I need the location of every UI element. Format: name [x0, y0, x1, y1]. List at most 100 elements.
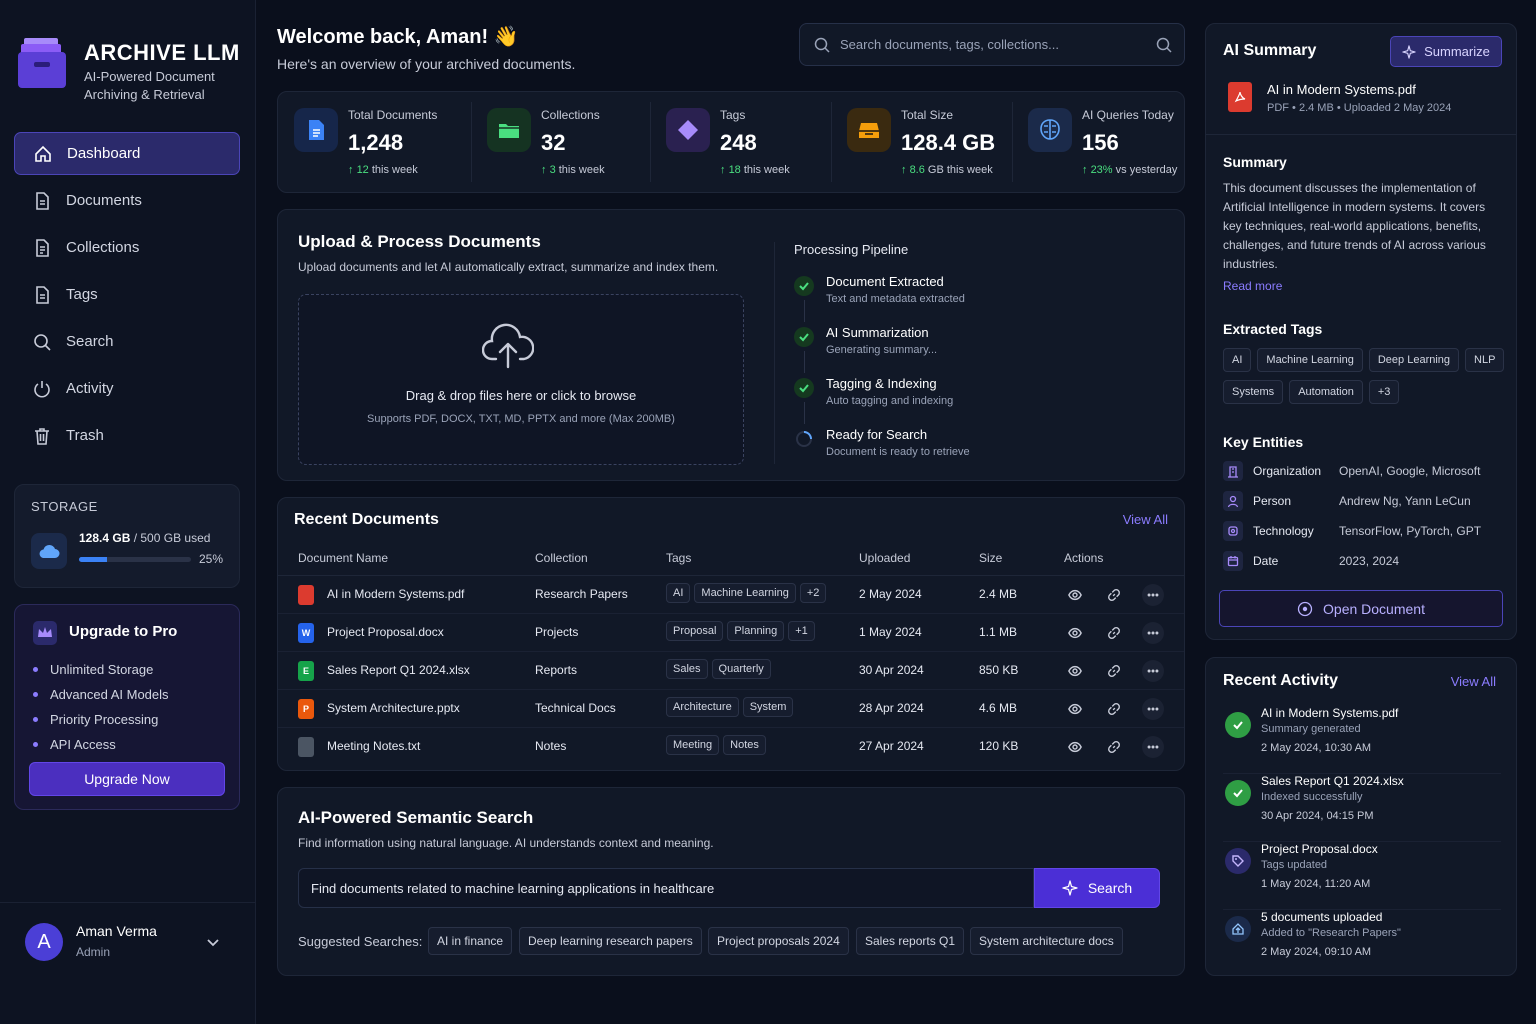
search-submit-icon[interactable]: [1156, 37, 1172, 53]
stat-change: ↑ 23% vs yesterday: [1082, 164, 1177, 176]
document-uploaded: 28 Apr 2024: [859, 701, 924, 715]
extracted-tag-chip[interactable]: Machine Learning: [1257, 348, 1363, 372]
tag-chip[interactable]: Notes: [723, 735, 766, 755]
more-options-icon[interactable]: [1142, 660, 1164, 682]
tag-chip[interactable]: AI: [666, 583, 691, 603]
table-row[interactable]: Meeting Notes.txt Notes Meeting Notes 27 Apr…: [278, 728, 1184, 766]
more-options-icon[interactable]: [1142, 698, 1164, 720]
upgrade-feature: Advanced AI Models: [33, 682, 169, 707]
document-name[interactable]: Meeting Notes.txt: [327, 739, 420, 753]
person-icon: [1223, 491, 1243, 511]
global-search-input[interactable]: Search documents, tags, collections...: [799, 23, 1185, 66]
eye-icon[interactable]: [1064, 622, 1086, 644]
tag-chip[interactable]: +2: [799, 583, 827, 603]
summarize-button[interactable]: Summarize: [1390, 36, 1502, 67]
stat-delta-text: GB this week: [927, 164, 993, 176]
link-icon[interactable]: [1103, 660, 1125, 682]
semantic-search-button[interactable]: Search: [1034, 868, 1160, 908]
dropzone[interactable]: Drag & drop files here or click to brows…: [298, 294, 744, 465]
sidebar-item-dashboard[interactable]: Dashboard: [14, 132, 240, 175]
link-icon[interactable]: [1103, 736, 1125, 758]
user-name: Aman Verma: [76, 923, 157, 939]
tag-chip[interactable]: +1: [788, 621, 815, 641]
suggested-search-chip[interactable]: Sales reports Q1: [856, 927, 965, 955]
sidebar-item-documents[interactable]: Documents: [14, 179, 240, 222]
activity-item[interactable]: AI in Modern Systems.pdf Summary generate…: [1223, 706, 1501, 774]
summary-file-name[interactable]: AI in Modern Systems.pdf: [1267, 82, 1416, 97]
suggested-search-chip[interactable]: Deep learning research papers: [519, 927, 702, 955]
extracted-tag-chip[interactable]: Systems: [1223, 380, 1284, 404]
suggested-search-chip[interactable]: Project proposals 2024: [708, 927, 849, 955]
read-more-link[interactable]: Read more: [1223, 279, 1282, 293]
link-icon[interactable]: [1103, 698, 1125, 720]
stat-delta: 12: [356, 164, 369, 176]
open-document-button[interactable]: Open Document: [1219, 590, 1503, 627]
semantic-search-input[interactable]: Find documents related to machine learni…: [298, 868, 1034, 908]
eye-icon[interactable]: [1064, 584, 1086, 606]
view-all-activity-link[interactable]: View All: [1451, 674, 1496, 689]
stat-delta: 23%: [1090, 164, 1113, 176]
suggested-search-chip[interactable]: System architecture docs: [970, 927, 1123, 955]
docx-file-icon: W: [298, 623, 314, 643]
activity-item[interactable]: 5 documents uploaded Added to "Research P…: [1223, 910, 1501, 978]
tag-chip[interactable]: System: [742, 697, 794, 717]
sidebar-item-collections[interactable]: Collections: [14, 226, 240, 269]
upgrade-now-button[interactable]: Upgrade Now: [29, 762, 225, 796]
sidebar-item-activity[interactable]: Activity: [14, 367, 240, 410]
sidebar-item-label: Search: [66, 333, 114, 350]
tag-chip[interactable]: Proposal: [666, 621, 724, 641]
eye-icon[interactable]: [1064, 736, 1086, 758]
table-row[interactable]: E Sales Report Q1 2024.xlsx Reports Sales Qu…: [278, 652, 1184, 690]
table-row[interactable]: P System Architecture.pptx Technical Docs A…: [278, 690, 1184, 728]
extracted-tag-chip[interactable]: AI: [1223, 348, 1252, 372]
sidebar-item-tags[interactable]: Tags: [14, 273, 240, 316]
recent-documents-title: Recent Documents: [294, 511, 439, 528]
sidebar-item-label: Tags: [66, 286, 98, 303]
eye-icon[interactable]: [1064, 698, 1086, 720]
tag-chip[interactable]: Meeting: [666, 735, 720, 755]
document-name[interactable]: AI in Modern Systems.pdf: [327, 587, 464, 601]
document-name[interactable]: Project Proposal.docx: [327, 625, 444, 639]
document-name[interactable]: System Architecture.pptx: [327, 701, 460, 715]
pipeline-connector: [804, 351, 805, 373]
column-header: Actions: [1064, 551, 1104, 565]
tag-chip[interactable]: Sales: [666, 659, 708, 679]
more-options-icon[interactable]: [1142, 736, 1164, 758]
upload-icon: [1225, 916, 1251, 942]
view-all-documents-link[interactable]: View All: [1123, 512, 1168, 527]
suggested-search-chip[interactable]: AI in finance: [428, 927, 513, 955]
extracted-tag-chip[interactable]: +3: [1368, 380, 1400, 404]
extracted-tag-chip[interactable]: NLP: [1465, 348, 1505, 372]
tag-chip[interactable]: Planning: [727, 621, 785, 641]
avatar: A: [25, 923, 63, 961]
document-name[interactable]: Sales Report Q1 2024.xlsx: [327, 663, 470, 677]
extracted-tag-chip[interactable]: Automation: [1289, 380, 1363, 404]
sidebar-item-search[interactable]: Search: [14, 320, 240, 363]
brain-icon: [1028, 108, 1072, 152]
summary-heading: Summary: [1223, 154, 1287, 170]
table-row[interactable]: W Project Proposal.docx Projects Proposal Pl…: [278, 614, 1184, 652]
activity-item[interactable]: Project Proposal.docx Tags updated 1 May 2…: [1223, 842, 1501, 910]
stat-label: Total Documents: [348, 108, 438, 122]
tag-chip[interactable]: Architecture: [666, 697, 739, 717]
tag-chip[interactable]: Quarterly: [711, 659, 771, 679]
activity-item[interactable]: Sales Report Q1 2024.xlsx Indexed success…: [1223, 774, 1501, 842]
table-row[interactable]: AI in Modern Systems.pdf Research Papers A…: [278, 576, 1184, 614]
tag-chip[interactable]: Machine Learning: [694, 583, 796, 603]
chevron-down-icon[interactable]: [206, 935, 220, 949]
search-icon: [814, 37, 830, 53]
sidebar-item-label: Dashboard: [67, 145, 141, 162]
eye-icon[interactable]: [1064, 660, 1086, 682]
more-options-icon[interactable]: [1142, 584, 1164, 606]
user-profile[interactable]: A Aman Verma Admin: [0, 902, 255, 982]
building-icon: [1223, 461, 1243, 481]
link-icon[interactable]: [1103, 584, 1125, 606]
stat-tags: Tags 248 ↑ 18 this week: [650, 92, 831, 192]
drop-subtext: Supports PDF, DOCX, TXT, MD, PPTX and mo…: [367, 413, 675, 425]
extracted-tag-chip[interactable]: Deep Learning: [1368, 348, 1460, 372]
sidebar-item-trash[interactable]: Trash: [14, 414, 240, 457]
link-icon[interactable]: [1103, 622, 1125, 644]
sidebar-item-label: Trash: [66, 427, 104, 444]
document-collection: Projects: [535, 625, 579, 639]
more-options-icon[interactable]: [1142, 622, 1164, 644]
